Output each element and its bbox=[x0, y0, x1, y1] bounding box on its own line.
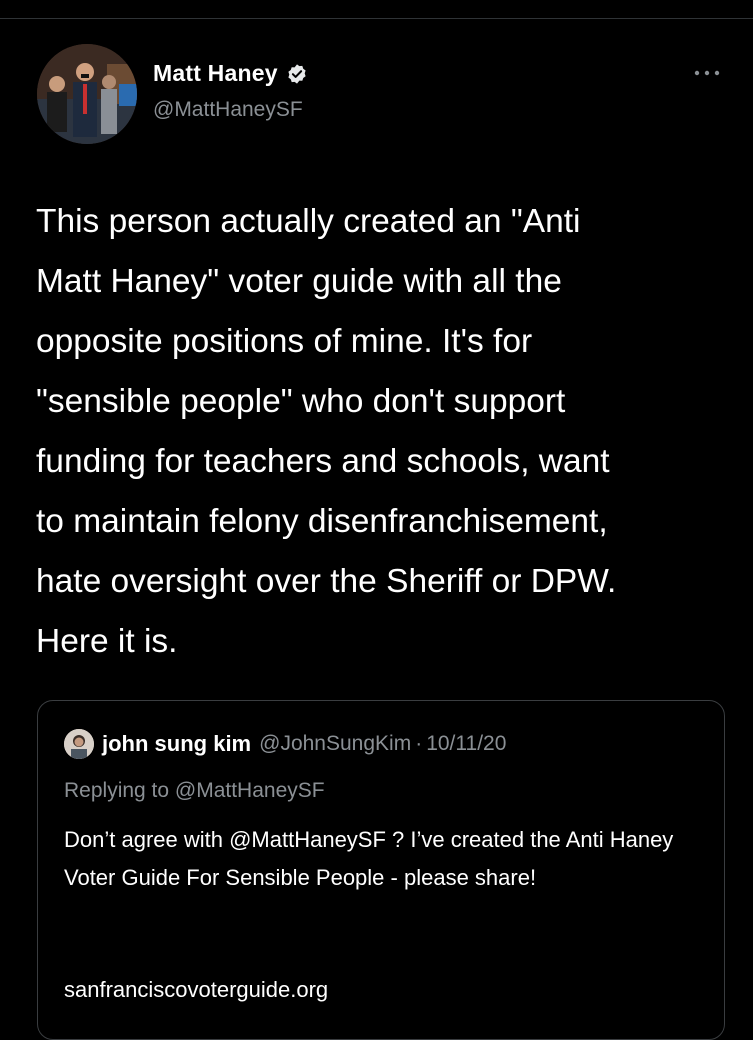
author-name[interactable]: Matt Haney bbox=[153, 60, 278, 87]
author-handle[interactable]: @MattHaneySF bbox=[153, 98, 303, 122]
dot-separator: · bbox=[415, 732, 423, 755]
reply-context: Replying to @MattHaneySF bbox=[64, 779, 325, 802]
profile-photo-icon bbox=[64, 729, 94, 759]
more-options-icon[interactable] bbox=[692, 66, 722, 80]
profile-photo-icon bbox=[37, 44, 137, 144]
quoted-author-handle: @JohnSungKim bbox=[259, 732, 412, 755]
quoted-tweet-card[interactable]: john sung kim @JohnSungKim · 10/11/20 Re… bbox=[37, 700, 725, 1040]
verified-badge-icon bbox=[288, 63, 306, 84]
author-name-row: Matt Haney bbox=[153, 60, 308, 87]
quoted-tweet-text: Don’t agree with @MattHaneySF ? I’ve cre… bbox=[64, 827, 674, 890]
quoted-tweet-link[interactable]: sanfranciscovoterguide.org bbox=[64, 977, 328, 1003]
quoted-author-avatar bbox=[64, 729, 94, 759]
top-divider bbox=[0, 18, 753, 19]
author-avatar[interactable] bbox=[37, 44, 137, 144]
tweet-text: This person actually created an "Anti Ma… bbox=[36, 203, 617, 660]
quoted-tweet-header: john sung kim @JohnSungKim · 10/11/20 bbox=[64, 729, 506, 759]
quoted-tweet-date: 10/11/20 bbox=[426, 732, 507, 755]
quoted-author-name: john sung kim bbox=[102, 731, 252, 756]
